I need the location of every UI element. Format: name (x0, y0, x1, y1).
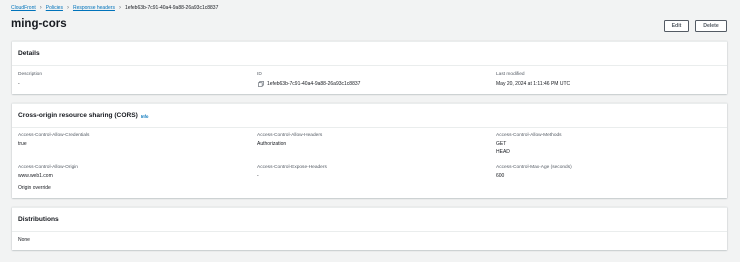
allow-methods-label: Access-Control-Allow-Methods (496, 133, 562, 138)
page-title: ming-cors (11, 18, 67, 30)
last-modified-label: Last modified (496, 72, 525, 77)
details-title: Details (18, 50, 40, 57)
breadcrumb-response-headers[interactable]: Response headers (73, 5, 115, 11)
distributions-value: None (18, 237, 30, 243)
cors-header: Cross-origin resource sharing (CORS) Inf… (12, 104, 727, 128)
id-label: ID (257, 72, 262, 77)
expose-headers-label: Access-Control-Expose-Headers (257, 165, 327, 170)
details-header: Details (12, 42, 727, 66)
max-age-label: Access-Control-Max-Age (seconds) (496, 165, 572, 170)
allow-method-head: HEAD (496, 149, 510, 155)
allow-credentials-value: true (18, 141, 27, 147)
last-modified-value: May 20, 2024 at 1:11:46 PM UTC (496, 81, 571, 87)
expose-headers-value: - (257, 173, 259, 179)
info-link[interactable]: Info (141, 114, 149, 119)
chevron-right-icon: › (118, 5, 121, 11)
details-panel: Details Description - ID 1efeb63b-7c91-4… (12, 41, 727, 94)
allow-origin-label: Access-Control-Allow-Origin (18, 165, 78, 170)
breadcrumb-current: 1efeb63b-7c91-40a4-9a88-26a93c1c8837 (124, 5, 219, 11)
distributions-panel: Distributions None (12, 207, 727, 250)
breadcrumb-cloudfront[interactable]: CloudFront (11, 5, 36, 11)
distributions-header: Distributions (12, 208, 727, 232)
edit-button[interactable]: Edit (664, 20, 689, 32)
allow-method-get: GET (496, 141, 507, 147)
cors-panel: Cross-origin resource sharing (CORS) Inf… (12, 103, 727, 198)
max-age-value: 600 (496, 173, 505, 179)
origin-override-label: Origin override (18, 185, 51, 191)
allow-headers-label: Access-Control-Allow-Headers (257, 133, 323, 138)
cors-title: Cross-origin resource sharing (CORS) (18, 112, 138, 119)
description-value: - (18, 81, 20, 87)
chevron-right-icon: › (66, 5, 69, 11)
allow-origin-value: www.web1.com (18, 173, 53, 179)
description-label: Description (18, 72, 42, 77)
chevron-right-icon: › (39, 5, 42, 11)
breadcrumb: CloudFront › Policies › Response headers… (11, 4, 218, 12)
allow-credentials-label: Access-Control-Allow-Credentials (18, 133, 90, 138)
breadcrumb-policies[interactable]: Policies (46, 5, 63, 11)
id-value: 1efeb63b-7c91-40a4-9a88-26a93c1c8837 (267, 81, 361, 87)
delete-button[interactable]: Delete (695, 20, 727, 32)
copy-icon[interactable] (258, 81, 264, 87)
distributions-title: Distributions (18, 216, 59, 223)
allow-headers-value: Authorization (257, 141, 287, 147)
